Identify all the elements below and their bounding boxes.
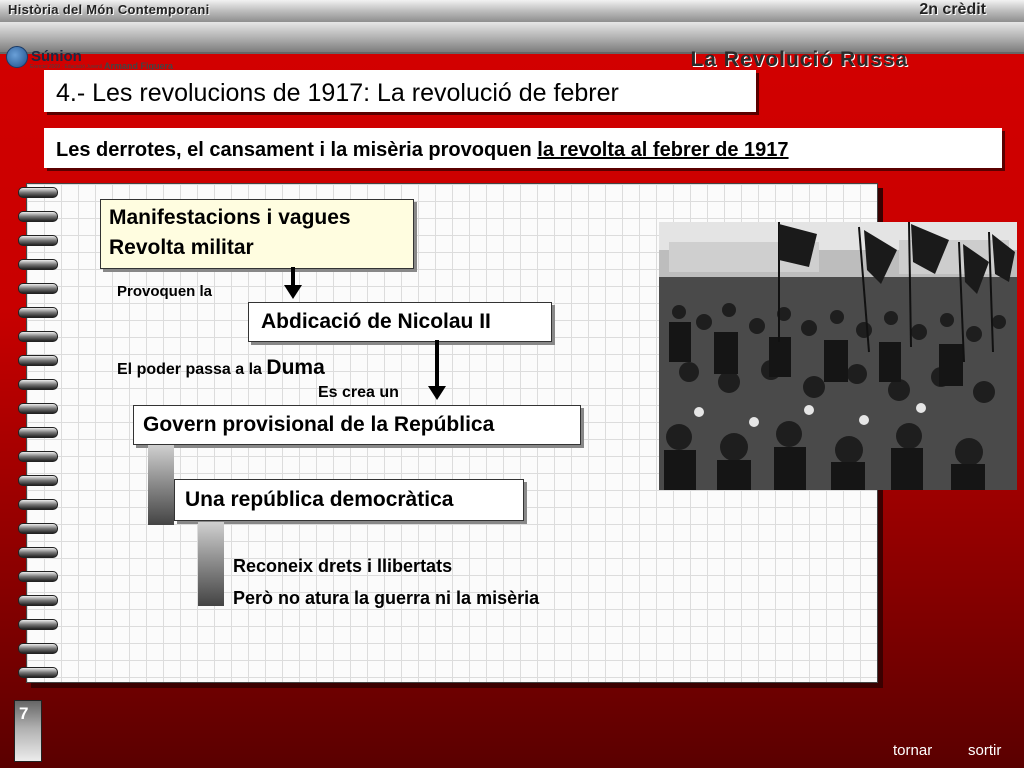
page-number-badge: 7 (14, 700, 42, 762)
spiral-ring (18, 619, 58, 630)
logo-name: Súnion (31, 48, 82, 65)
crowd-photo-graphic (659, 222, 1017, 490)
abdication-text: Abdicació de Nicolau II (261, 310, 491, 333)
spiral-ring (18, 499, 58, 510)
spiral-ring (18, 547, 58, 558)
lead-text: Les derrotes, el cansament i la misèria … (56, 139, 789, 162)
subject-title: La Revolució Russa (690, 48, 908, 71)
point-item: Reconeix drets i llibertats (233, 556, 453, 576)
government-text: Govern provisional de la República (143, 413, 495, 436)
republic-text: Una república democràtica (185, 488, 454, 511)
spiral-ring (18, 259, 58, 270)
spiral-ring (18, 427, 58, 438)
sunion-logo: Súnion Exercici 2009 · Educació Juvenil (6, 46, 102, 70)
slide-title-box: 4.- Les revolucions de 1917: La revoluci… (44, 70, 756, 112)
spiral-ring (18, 235, 58, 246)
arrow-shaft (435, 340, 439, 388)
abdication-box: Abdicació de Nicolau II (248, 302, 552, 342)
label-provoquen: Provoquen la (117, 283, 213, 300)
spiral-ring (18, 211, 58, 222)
label-poder: El poder passa a la Duma (117, 356, 325, 380)
lead-box: Les derrotes, el cansament i la misèria … (44, 128, 1002, 168)
spiral-ring (18, 187, 58, 198)
cause-item: Revolta militar (109, 236, 254, 259)
spiral-ring (18, 283, 58, 294)
connector-bar (198, 522, 224, 606)
spiral-ring (18, 523, 58, 534)
spiral-ring (18, 355, 58, 366)
spiral-ring (18, 667, 58, 678)
header-bottom-bar: Súnion Exercici 2009 · Educació Juvenil … (0, 22, 1024, 71)
spiral-ring (18, 403, 58, 414)
cause-item: Manifestacions i vagues (109, 206, 351, 229)
course-title: Història del Món Contemporani (8, 2, 210, 17)
arrow-down-icon (284, 285, 302, 299)
republic-box: Una república democràtica (174, 479, 524, 521)
lead-underlined: la revolta al febrer de 1917 (537, 139, 789, 161)
header-top-bar: Història del Món Contemporani 2n crèdit (0, 0, 1024, 22)
spiral-ring (18, 379, 58, 390)
connector-bar (148, 445, 174, 525)
spiral-ring (18, 475, 58, 486)
globe-icon (6, 46, 28, 68)
slide-title: 4.- Les revolucions de 1917: La revoluci… (56, 79, 619, 107)
government-box: Govern provisional de la República (133, 405, 581, 445)
point-item: Però no atura la guerra ni la misèria (233, 588, 540, 608)
spiral-ring (18, 571, 58, 582)
causes-box: Manifestacions i vagues Revolta militar (100, 199, 414, 269)
label-poder-text: El poder passa a la (117, 361, 262, 378)
spiral-ring (18, 595, 58, 606)
notebook-spiral (18, 183, 58, 683)
page-number: 7 (19, 704, 29, 723)
label-es-crea: Es crea un (318, 384, 399, 401)
spiral-ring (18, 643, 58, 654)
spiral-ring (18, 331, 58, 342)
exit-link[interactable]: sortir (968, 742, 1001, 759)
spiral-ring (18, 307, 58, 318)
lead-prefix: Les derrotes, el cansament i la misèria … (56, 139, 538, 161)
arrow-down-icon (428, 386, 446, 400)
february-revolution-photo (659, 222, 1017, 490)
back-link[interactable]: tornar (893, 742, 932, 759)
credit-label: 2n crèdit (919, 1, 986, 18)
spiral-ring (18, 451, 58, 462)
arrow-shaft (291, 267, 295, 287)
label-duma: Duma (266, 356, 325, 379)
